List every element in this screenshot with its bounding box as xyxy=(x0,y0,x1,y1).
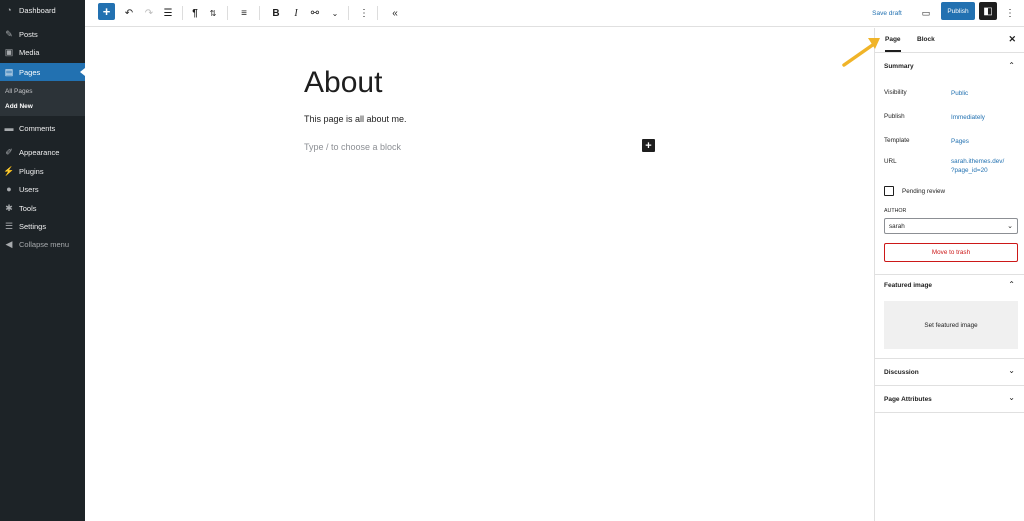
pages-submenu: All Pages Add New xyxy=(0,81,85,116)
menu-dashboard[interactable]: ◔ Dashboard xyxy=(0,1,85,19)
menu-pages[interactable]: ▤ Pages xyxy=(0,63,85,81)
url-line-2: ?page_id=20 xyxy=(951,167,988,174)
redo-icon[interactable]: ↷ xyxy=(142,5,156,21)
publish-button[interactable]: Publish xyxy=(941,2,975,20)
move-to-trash-button[interactable]: Move to trash xyxy=(884,243,1018,262)
paragraph-icon[interactable]: ¶ xyxy=(189,5,201,21)
set-featured-image-button[interactable]: Set featured image xyxy=(884,301,1018,349)
featured-image-heading[interactable]: Featured image xyxy=(884,282,932,289)
menu-collapse[interactable]: ◀ Collapse menu xyxy=(0,235,85,253)
url-line-1: sarah.ithemes.dev/ xyxy=(951,158,1005,165)
url-value[interactable]: sarah.ithemes.dev/ ?page_id=20 xyxy=(951,157,1021,175)
settings-sidebar: Page Block ✕ Summary ⌃ Visibility Public… xyxy=(874,28,1024,521)
menu-settings[interactable]: ☰ Settings xyxy=(0,217,85,235)
toolbar-divider xyxy=(348,6,349,20)
move-updown-icon[interactable]: ⇅ xyxy=(207,5,219,21)
block-placeholder[interactable]: Type / to choose a block xyxy=(304,142,401,152)
chevron-up-icon[interactable]: ⌃ xyxy=(1008,280,1015,289)
chevron-down-icon: ⌄ xyxy=(1007,223,1013,230)
comments-icon: ▬ xyxy=(4,123,14,133)
tab-page[interactable]: Page xyxy=(885,36,901,52)
italic-icon[interactable]: I xyxy=(290,5,302,21)
close-icon[interactable]: ✕ xyxy=(1008,34,1016,45)
editor-canvas[interactable]: About This page is all about me. Type / … xyxy=(85,28,874,521)
options-menu-icon[interactable]: ⋮ xyxy=(1005,5,1015,21)
publish-value[interactable]: Immediately xyxy=(951,113,1021,122)
panel-divider xyxy=(875,358,1024,359)
list-view-icon[interactable]: ☰ xyxy=(161,5,175,21)
menu-appearance[interactable]: ✐ Appearance xyxy=(0,143,85,161)
toolbar-divider xyxy=(259,6,260,20)
author-select[interactable]: sarah ⌄ xyxy=(884,218,1018,234)
editor-toolbar: + ↶ ↷ ☰ ¶ ⇅ ≡ B I ⚯ ⌄ ⋮ « Save draft ▭ P… xyxy=(85,0,1024,27)
more-options-icon[interactable]: ⋮ xyxy=(359,5,369,21)
chevron-down-icon[interactable]: ⌄ xyxy=(1008,366,1015,375)
discussion-heading[interactable]: Discussion xyxy=(884,369,919,376)
bold-icon[interactable]: B xyxy=(270,5,282,21)
brush-icon: ✐ xyxy=(5,146,13,157)
align-icon[interactable]: ≡ xyxy=(237,5,251,21)
menu-posts[interactable]: ✎ Posts xyxy=(0,25,85,43)
users-icon: ● xyxy=(6,184,12,194)
dashboard-icon: ◔ xyxy=(6,5,12,15)
wrench-icon: ✱ xyxy=(5,202,13,213)
panel-divider xyxy=(875,412,1024,413)
preview-icon[interactable]: ▭ xyxy=(919,5,933,21)
submenu-add-new[interactable]: Add New xyxy=(5,103,33,110)
annotation-arrow-icon xyxy=(842,38,880,67)
paragraph-block[interactable]: This page is all about me. xyxy=(304,114,407,124)
post-title[interactable]: About xyxy=(304,66,382,100)
undo-icon[interactable]: ↶ xyxy=(122,5,136,21)
url-label: URL xyxy=(884,158,897,165)
summary-heading[interactable]: Summary xyxy=(884,63,914,70)
chevron-up-icon[interactable]: ⌃ xyxy=(1008,61,1015,70)
settings-sidebar-icon[interactable]: ◧ xyxy=(979,2,997,20)
template-value[interactable]: Pages xyxy=(951,137,1021,146)
toolbar-divider xyxy=(377,6,378,20)
visibility-label: Visibility xyxy=(884,89,907,96)
submenu-all-pages[interactable]: All Pages xyxy=(5,88,32,95)
author-label: AUTHOR xyxy=(884,208,907,214)
link-icon[interactable]: ⚯ xyxy=(307,5,323,21)
panel-divider xyxy=(875,274,1024,275)
media-icon: ▣ xyxy=(4,46,14,57)
pending-review-label[interactable]: Pending review xyxy=(902,188,945,195)
collapse-icon: ◀ xyxy=(5,238,13,249)
publish-label: Publish xyxy=(884,113,905,120)
chevron-down-icon[interactable]: ⌄ xyxy=(329,5,341,21)
pending-review-checkbox[interactable] xyxy=(884,186,894,196)
menu-plugins[interactable]: ⚡ Plugins xyxy=(0,162,85,180)
tab-block[interactable]: Block xyxy=(917,36,935,43)
menu-comments[interactable]: ▬ Comments xyxy=(0,119,85,137)
admin-sidebar: ◔ Dashboard ✎ Posts ▣ Media ▤ Pages All … xyxy=(0,0,85,521)
settings-icon: ☰ xyxy=(4,220,14,231)
collapse-toolbar-icon[interactable]: « xyxy=(388,5,402,21)
wp-editor-screen: ◔ Dashboard ✎ Posts ▣ Media ▤ Pages All … xyxy=(0,0,1024,521)
panel-divider xyxy=(875,385,1024,386)
pages-icon: ▤ xyxy=(4,66,14,77)
page-attributes-heading[interactable]: Page Attributes xyxy=(884,396,932,403)
menu-tools[interactable]: ✱ Tools xyxy=(0,199,85,217)
add-block-button[interactable]: + xyxy=(642,139,655,152)
pin-icon: ✎ xyxy=(5,28,13,39)
toolbar-divider xyxy=(227,6,228,20)
template-label: Template xyxy=(884,137,910,144)
visibility-value[interactable]: Public xyxy=(951,89,1021,98)
block-inserter-button[interactable]: + xyxy=(98,3,115,20)
save-draft-button[interactable]: Save draft xyxy=(869,5,905,21)
toolbar-divider xyxy=(182,6,183,20)
sidebar-tabs: Page Block ✕ xyxy=(875,28,1024,53)
chevron-down-icon[interactable]: ⌄ xyxy=(1008,393,1015,402)
author-value: sarah xyxy=(889,223,905,230)
menu-media[interactable]: ▣ Media xyxy=(0,43,85,61)
plug-icon: ⚡ xyxy=(3,165,15,176)
menu-users[interactable]: ● Users xyxy=(0,180,85,198)
